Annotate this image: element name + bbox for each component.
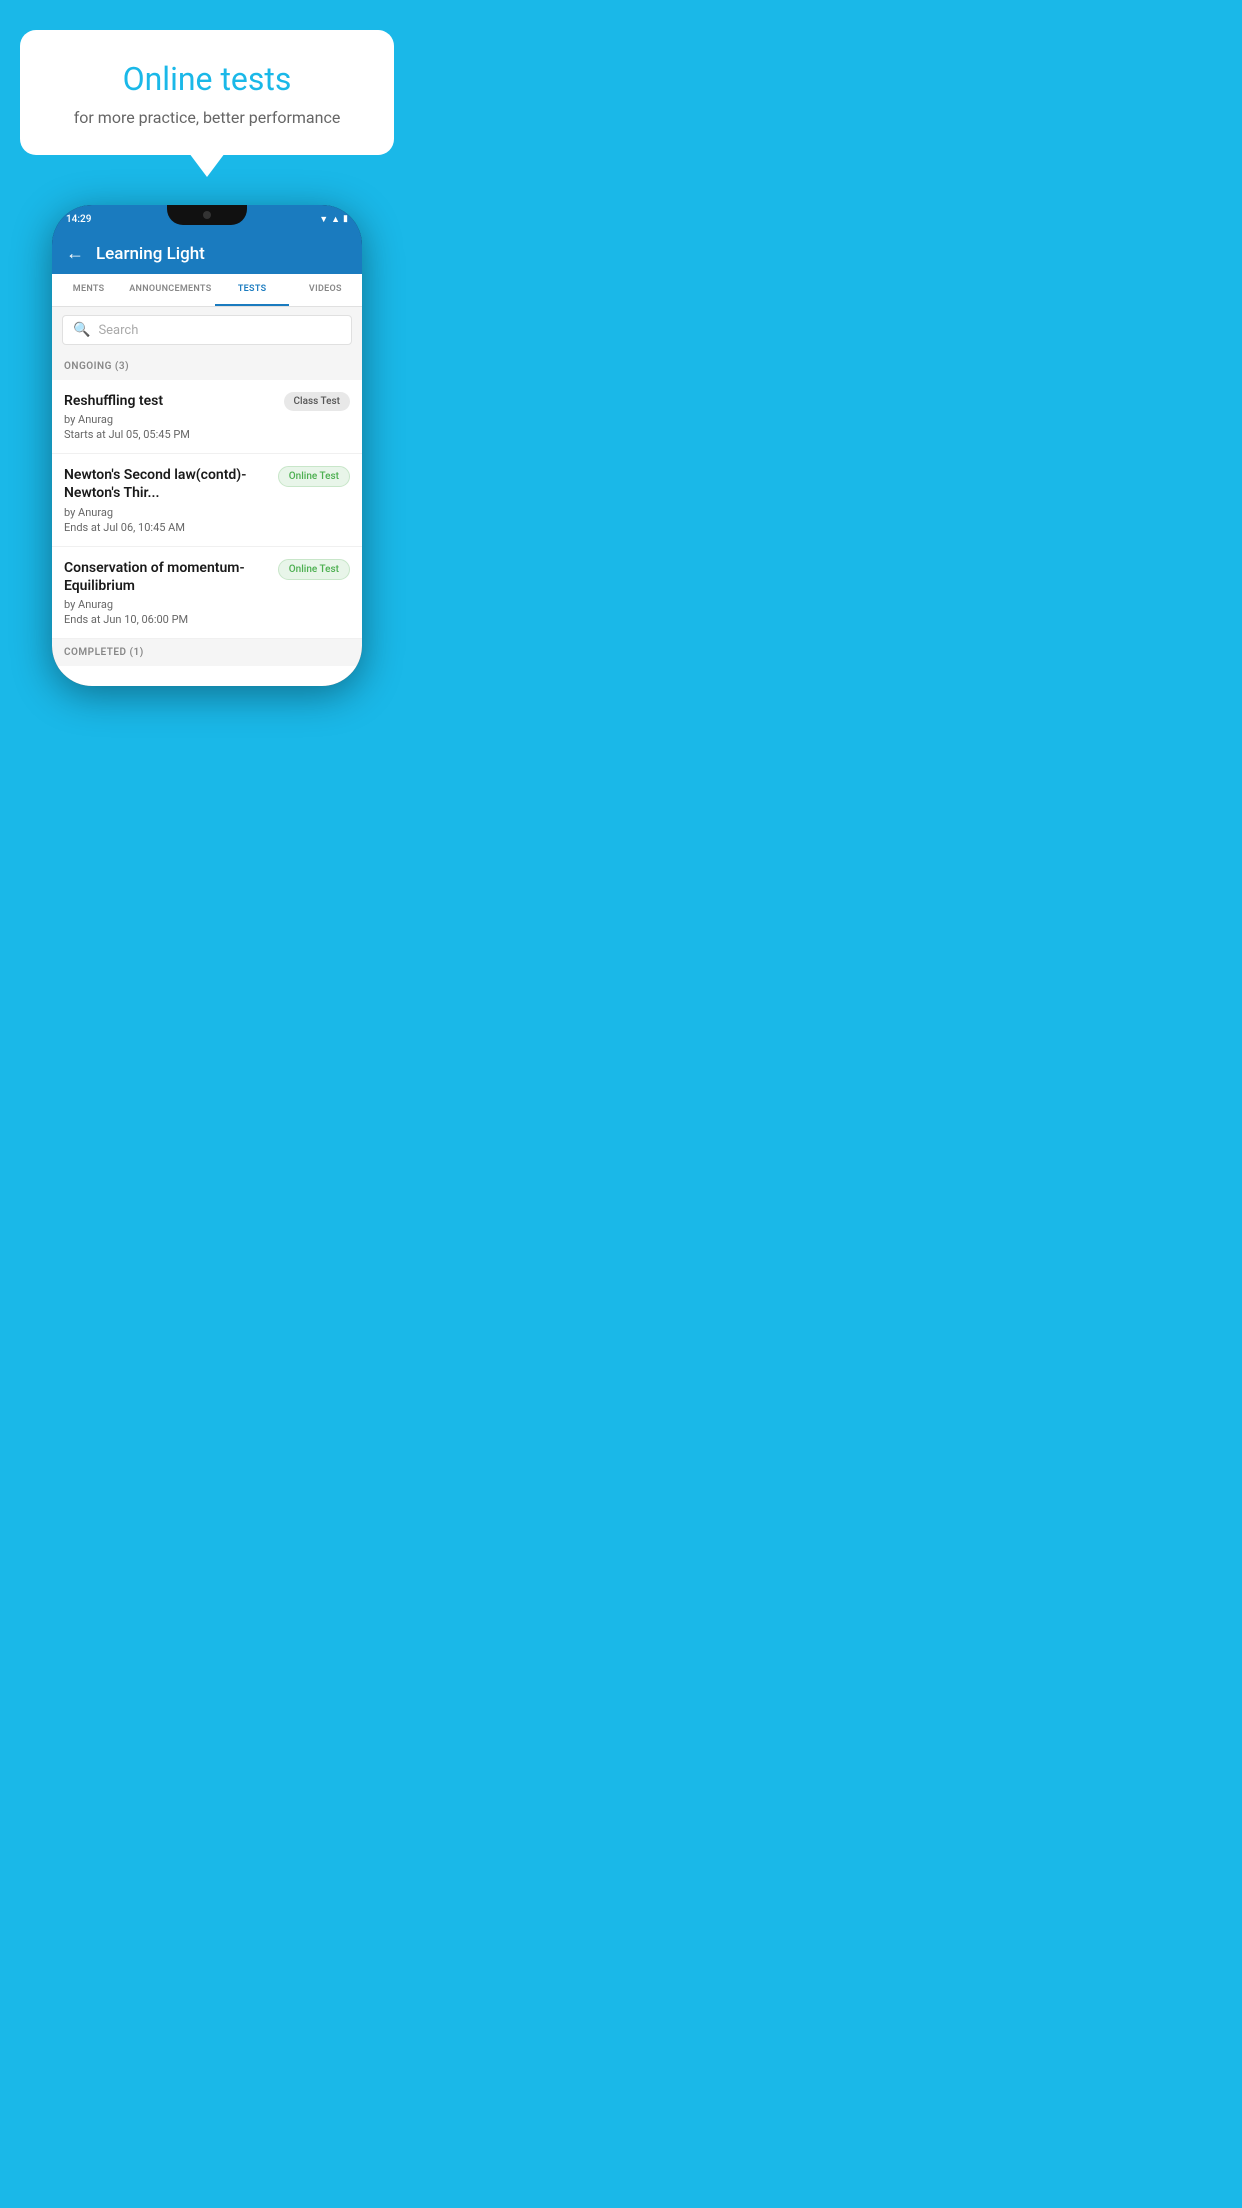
test-badge-3: Online Test xyxy=(278,559,350,580)
status-icons: ▼ ▲ ▮ xyxy=(319,214,348,225)
search-icon: 🔍 xyxy=(73,322,90,338)
status-time: 14:29 xyxy=(66,214,91,225)
wifi-icon: ▼ xyxy=(319,214,328,225)
app-header: ← Learning Light xyxy=(52,233,362,274)
test-list: Reshuffling test by Anurag Starts at Jul… xyxy=(52,380,362,639)
test-time-2: Ends at Jul 06, 10:45 AM xyxy=(64,521,270,534)
tab-announcements[interactable]: ANNOUNCEMENTS xyxy=(125,274,215,306)
status-bar: 14:29 ▼ ▲ ▮ xyxy=(52,205,362,233)
test-info-2: Newton's Second law(contd)-Newton's Thir… xyxy=(64,466,278,533)
test-title-1: Reshuffling test xyxy=(64,392,276,410)
tab-bar: MENTS ANNOUNCEMENTS TESTS VIDEOS xyxy=(52,274,362,307)
back-button[interactable]: ← xyxy=(66,243,84,264)
test-author-3: by Anurag xyxy=(64,598,270,611)
test-info-1: Reshuffling test by Anurag Starts at Jul… xyxy=(64,392,284,441)
bubble-title: Online tests xyxy=(50,60,364,98)
test-info-3: Conservation of momentum-Equilibrium by … xyxy=(64,559,278,626)
front-camera xyxy=(203,211,211,219)
phone-wrapper: 14:29 ▼ ▲ ▮ ← Learning Light MENTS ANNOU… xyxy=(20,205,394,686)
test-item-2[interactable]: Newton's Second law(contd)-Newton's Thir… xyxy=(52,454,362,546)
speech-bubble: Online tests for more practice, better p… xyxy=(20,30,394,155)
test-badge-1: Class Test xyxy=(284,392,350,411)
test-badge-2: Online Test xyxy=(278,466,350,487)
test-time-1: Starts at Jul 05, 05:45 PM xyxy=(64,428,276,441)
completed-section-header: COMPLETED (1) xyxy=(52,639,362,666)
battery-icon: ▮ xyxy=(343,214,348,224)
phone-bottom xyxy=(52,666,362,686)
test-item-1[interactable]: Reshuffling test by Anurag Starts at Jul… xyxy=(52,380,362,454)
phone-notch xyxy=(167,205,247,225)
signal-icon: ▲ xyxy=(331,214,340,225)
tab-videos[interactable]: VIDEOS xyxy=(289,274,362,306)
test-title-3: Conservation of momentum-Equilibrium xyxy=(64,559,270,595)
app-title: Learning Light xyxy=(96,244,205,264)
tab-tests[interactable]: TESTS xyxy=(215,274,288,306)
test-item-3[interactable]: Conservation of momentum-Equilibrium by … xyxy=(52,547,362,639)
test-author-1: by Anurag xyxy=(64,413,276,426)
bubble-subtitle: for more practice, better performance xyxy=(50,108,364,127)
test-author-2: by Anurag xyxy=(64,506,270,519)
tab-ments[interactable]: MENTS xyxy=(52,274,125,306)
phone-frame: 14:29 ▼ ▲ ▮ ← Learning Light MENTS ANNOU… xyxy=(52,205,362,686)
ongoing-section-header: ONGOING (3) xyxy=(52,353,362,380)
search-bar[interactable]: 🔍 Search xyxy=(62,315,352,345)
test-title-2: Newton's Second law(contd)-Newton's Thir… xyxy=(64,466,270,502)
search-placeholder: Search xyxy=(98,323,138,338)
test-time-3: Ends at Jun 10, 06:00 PM xyxy=(64,613,270,626)
search-container: 🔍 Search xyxy=(52,307,362,353)
